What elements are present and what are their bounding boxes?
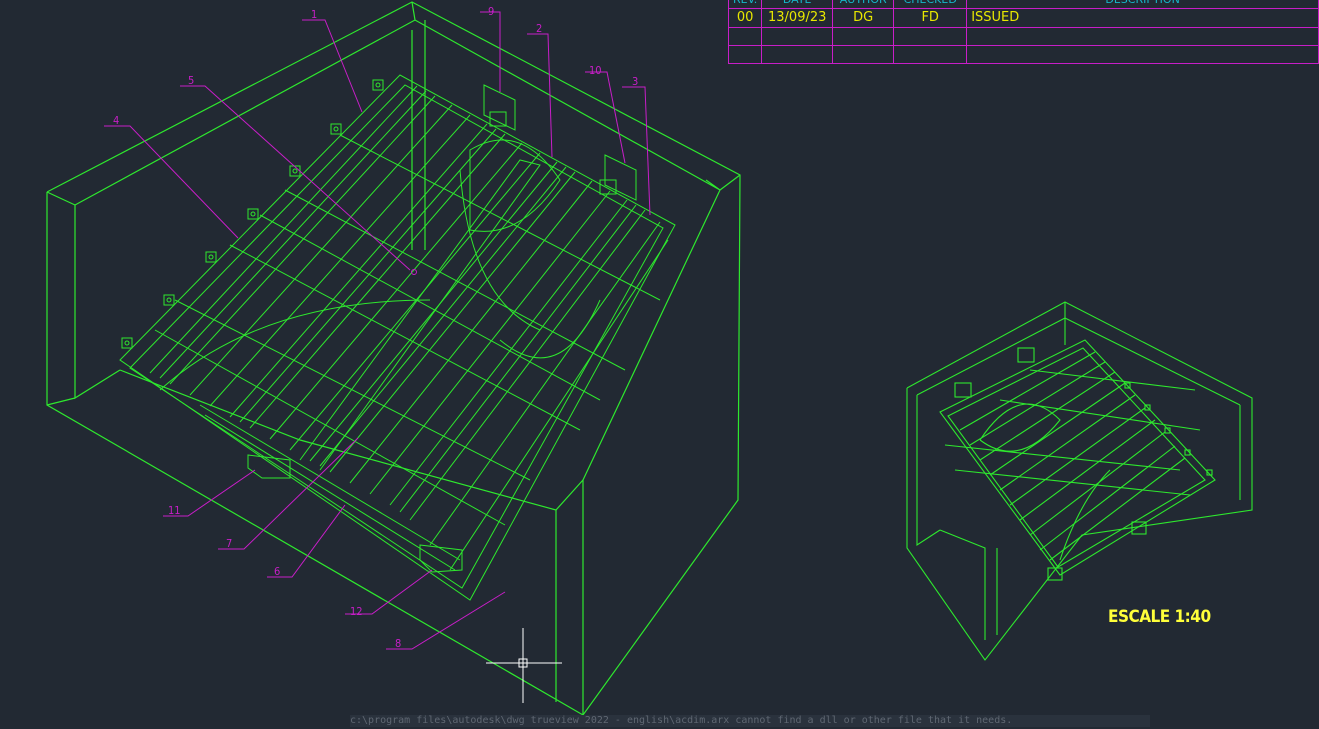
callout-4: 4: [113, 114, 119, 127]
table-row-empty: [727, 26, 1319, 46]
callout-3: 3: [632, 75, 638, 88]
table-row: 00 13/09/23 DG FD ISSUED: [727, 8, 1319, 28]
callout-11: 11: [168, 504, 181, 517]
callout-6: 6: [274, 565, 280, 578]
callout-12: 12: [350, 605, 363, 618]
col-date-header: DATE: [761, 0, 834, 10]
checked-cell: FD: [893, 8, 968, 28]
callout-7: 7: [226, 537, 232, 550]
callout-1: 1: [311, 8, 317, 21]
callout-8: 8: [395, 637, 401, 650]
callout-5: 5: [188, 74, 194, 87]
author-cell: DG: [832, 8, 895, 28]
revision-table: REV. DATE AUTHOR CHECKED DESCRIPTION 00 …: [727, 0, 1319, 65]
rev-cell: 00: [727, 8, 763, 28]
table-row-empty: [727, 44, 1319, 65]
description-cell: ISSUED: [966, 8, 1319, 28]
col-rev-header: REV.: [727, 0, 763, 10]
col-description-header: DESCRIPTION: [966, 0, 1319, 10]
command-line[interactable]: c:\program files\autodesk\dwg trueview 2…: [350, 715, 1150, 727]
date-cell: 13/09/23: [761, 8, 834, 28]
callout-2: 2: [536, 22, 542, 35]
scale-label: ESCALE 1:40: [1108, 607, 1211, 627]
col-checked-header: CHECKED: [893, 0, 968, 10]
revision-table-header: REV. DATE AUTHOR CHECKED DESCRIPTION: [727, 0, 1319, 10]
main-view-box: [46, 1, 741, 716]
col-author-header: AUTHOR: [832, 0, 895, 10]
callout-10: 10: [589, 64, 602, 77]
main-grating: [119, 74, 676, 601]
leaders: [104, 11, 651, 650]
main-clips: [121, 79, 637, 573]
callout-9: 9: [488, 5, 494, 18]
